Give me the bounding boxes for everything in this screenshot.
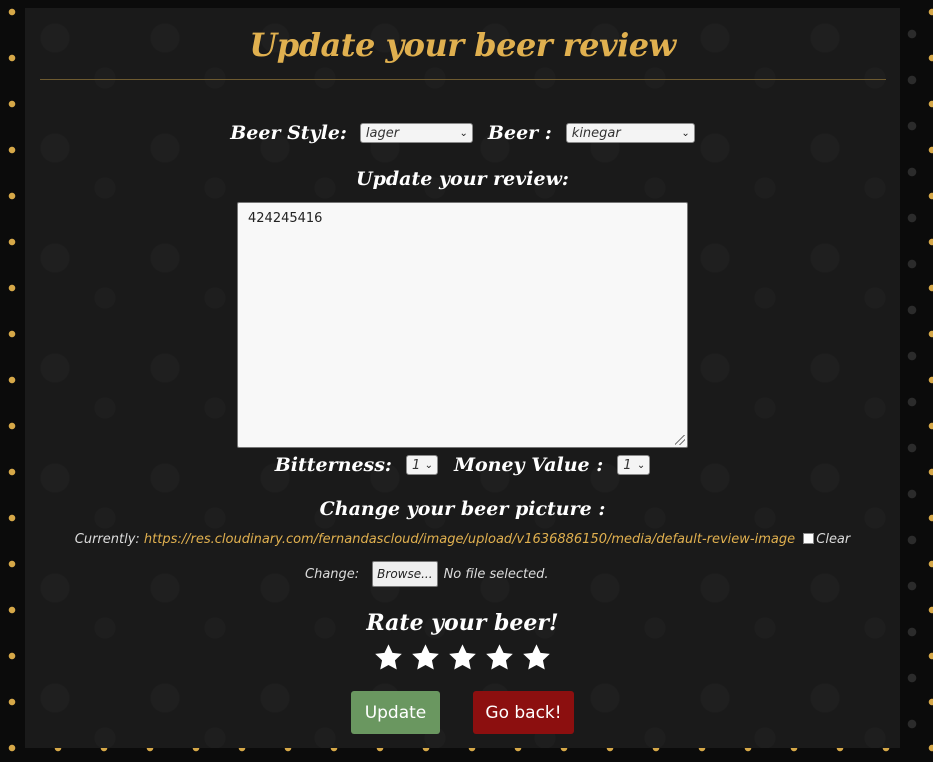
chevron-down-icon: ⌄ [424, 459, 433, 471]
beer-select[interactable]: kinegar ⌄ [565, 123, 695, 143]
star-icon[interactable] [447, 642, 478, 673]
star-icon[interactable] [373, 642, 404, 673]
beer-style-select[interactable]: lager ⌄ [359, 123, 473, 143]
title-divider [40, 79, 886, 80]
currently-label: Currently: [74, 532, 140, 547]
beer-value: kinegar [571, 125, 621, 141]
clear-checkbox[interactable] [803, 533, 815, 544]
no-file-text: No file selected. [443, 566, 549, 582]
star-icon[interactable] [521, 642, 552, 673]
money-value-value: 1 [623, 457, 632, 473]
current-picture-line: Currently: https://res.cloudinary.com/fe… [25, 532, 900, 547]
beer-style-value: lager [365, 125, 400, 141]
ratings-select-row: Bitterness: 1 ⌄ Money Value : 1 ⌄ [25, 454, 900, 476]
change-picture-line: Change: Browse... No file selected. [305, 561, 549, 587]
star-rating [25, 642, 900, 673]
browse-button[interactable]: Browse... [372, 561, 438, 587]
star-icon[interactable] [410, 642, 441, 673]
change-label: Change: [305, 566, 360, 582]
money-value-select[interactable]: 1 ⌄ [617, 455, 651, 475]
chevron-down-icon: ⌄ [681, 127, 690, 139]
review-textarea[interactable]: 424245416 [237, 202, 688, 448]
star-icon[interactable] [484, 642, 515, 673]
money-value-label: Money Value : [453, 454, 604, 476]
beer-select-row: Beer Style: lager ⌄ Beer : kinegar ⌄ [25, 122, 900, 144]
resize-handle-icon[interactable] [675, 435, 685, 445]
review-text: 424245416 [248, 211, 323, 226]
bitterness-select[interactable]: 1 ⌄ [405, 455, 438, 475]
review-heading: Update your review: [356, 168, 569, 190]
beer-style-label: Beer Style: [230, 122, 347, 144]
page-title: Update your beer review [249, 26, 676, 64]
rate-heading: Rate your beer! [366, 610, 559, 636]
current-picture-link[interactable]: https://res.cloudinary.com/fernandasclou… [144, 532, 795, 547]
update-button[interactable]: Update [351, 691, 440, 734]
picture-heading: Change your beer picture : [319, 498, 606, 520]
bitterness-label: Bitterness: [274, 454, 392, 476]
clear-label: Clear [816, 532, 851, 547]
chevron-down-icon: ⌄ [636, 459, 646, 471]
bitterness-value: 1 [411, 457, 421, 473]
review-panel: Update your beer review Beer Style: lage… [25, 8, 900, 748]
beer-label: Beer : [487, 122, 552, 144]
chevron-down-icon: ⌄ [459, 127, 468, 139]
go-back-button[interactable]: Go back! [473, 691, 574, 734]
